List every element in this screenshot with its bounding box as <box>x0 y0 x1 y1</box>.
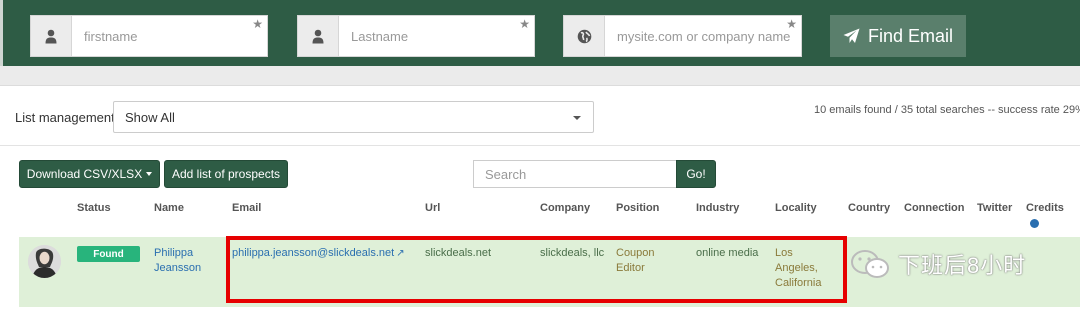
list-select[interactable]: Show All <box>113 101 594 133</box>
list-select-value: Show All <box>125 110 175 125</box>
required-star-icon: ★ <box>252 17 263 31</box>
caret-down-icon <box>146 172 153 176</box>
help-icon[interactable] <box>1030 219 1039 228</box>
column-header-locality[interactable]: Locality <box>775 202 817 214</box>
user-icon <box>31 16 72 56</box>
column-header-name[interactable]: Name <box>154 202 184 214</box>
find-email-button[interactable]: Find Email <box>830 15 966 57</box>
search-input[interactable] <box>473 160 677 188</box>
column-header-status[interactable]: Status <box>77 202 111 214</box>
lastname-field[interactable]: ★ <box>297 15 535 57</box>
divider <box>0 85 1080 86</box>
search-stats: 10 emails found / 35 total searches -- s… <box>814 104 1080 116</box>
watermark-text: 下班后8小时 <box>898 253 1027 278</box>
find-email-label: Find Email <box>867 25 954 46</box>
header-divider <box>0 66 1080 85</box>
column-header-country[interactable]: Country <box>848 202 890 214</box>
status-badge: Found <box>77 246 140 262</box>
column-header-industry[interactable]: Industry <box>696 202 739 214</box>
firstname-input[interactable] <box>72 16 267 56</box>
required-star-icon: ★ <box>519 17 530 31</box>
column-header-company[interactable]: Company <box>540 202 590 214</box>
globe-icon <box>564 16 605 56</box>
avatar <box>28 245 61 278</box>
highlight-box <box>226 236 847 303</box>
watermark: 下班后8小时 <box>850 248 1026 280</box>
column-header-url[interactable]: Url <box>425 202 440 214</box>
search-stats-text: 10 emails found / 35 total searches -- s… <box>814 104 1080 116</box>
download-csv-label: Download CSV/XLSX <box>26 167 143 181</box>
divider <box>0 145 1080 146</box>
list-management-label: List management <box>15 110 115 125</box>
go-button[interactable]: Go! <box>676 160 716 188</box>
add-prospects-label: Add list of prospects <box>171 167 281 181</box>
lastname-input[interactable] <box>339 16 534 56</box>
prospect-name-link[interactable]: Philippa Jeansson <box>154 246 214 276</box>
add-prospects-button[interactable]: Add list of prospects <box>164 160 288 188</box>
column-header-credits[interactable]: Credits <box>1026 202 1064 228</box>
column-header-email[interactable]: Email <box>232 202 261 214</box>
go-label: Go! <box>686 167 706 181</box>
paper-plane-icon <box>843 28 860 43</box>
required-star-icon: ★ <box>786 17 797 31</box>
firstname-field[interactable]: ★ <box>30 15 268 57</box>
column-header-twitter[interactable]: Twitter <box>977 202 1012 214</box>
column-header-connection[interactable]: Connection <box>904 202 965 214</box>
credits-label: Credits <box>1026 202 1064 214</box>
domain-input[interactable] <box>605 16 801 56</box>
chevron-down-icon <box>573 116 581 120</box>
user-icon <box>298 16 339 56</box>
download-csv-button[interactable]: Download CSV/XLSX <box>19 160 160 188</box>
domain-field[interactable]: ★ <box>563 15 802 57</box>
column-header-position[interactable]: Position <box>616 202 659 214</box>
wechat-icon <box>851 250 889 278</box>
